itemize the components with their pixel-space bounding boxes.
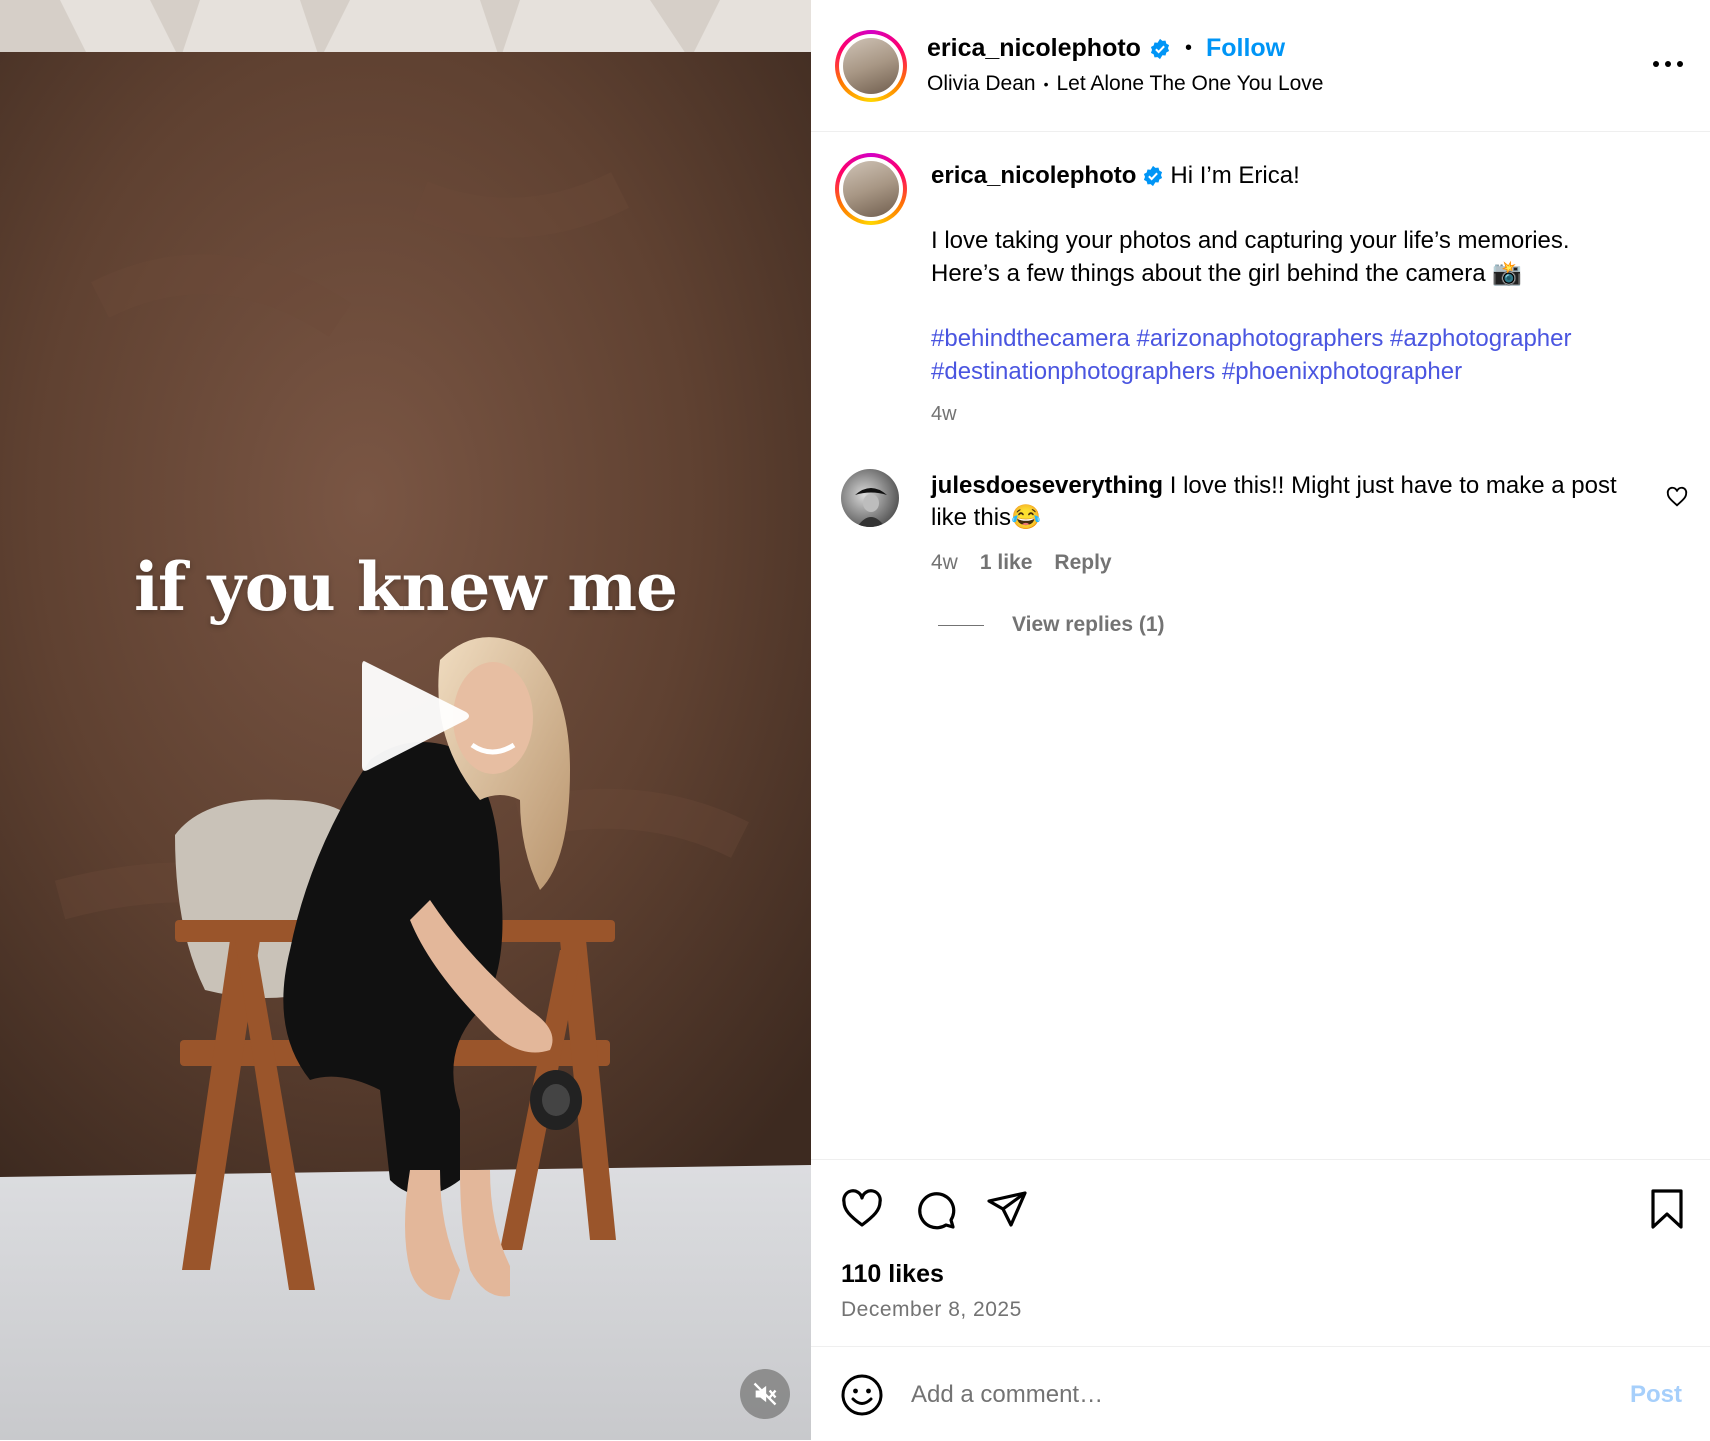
post-header: erica_nicolephoto • Follow Olivia Dean •… bbox=[811, 0, 1710, 132]
comment-timestamp[interactable]: 4w bbox=[931, 551, 958, 575]
post-viewer: if you knew me erica_nicolephoto • Follo… bbox=[0, 0, 1710, 1440]
caption-greeting: Hi I’m Erica! bbox=[1170, 162, 1300, 189]
caption-timestamp[interactable]: 4w bbox=[931, 398, 1671, 431]
hashtag-link[interactable]: #phoenixphotographer bbox=[1222, 358, 1462, 385]
post-date[interactable]: December 8, 2025 bbox=[841, 1298, 1022, 1322]
post-comment-button[interactable]: Post bbox=[1630, 1381, 1682, 1409]
comment-body: julesdoeseverything I love this!! Might … bbox=[931, 470, 1631, 534]
hashtag-link[interactable]: #arizonaphotographers bbox=[1136, 325, 1383, 352]
share-send-icon[interactable] bbox=[985, 1187, 1029, 1231]
follow-button[interactable]: Follow bbox=[1206, 34, 1285, 63]
hashtag-link[interactable]: #destinationphotographers bbox=[931, 358, 1215, 385]
comment-bubble-icon[interactable] bbox=[913, 1187, 957, 1231]
caption-author-username[interactable]: erica_nicolephoto bbox=[931, 159, 1136, 192]
comment-input[interactable] bbox=[911, 1375, 1551, 1415]
hashtag-link[interactable]: #behindthecamera bbox=[931, 325, 1130, 352]
author-username[interactable]: erica_nicolephoto bbox=[927, 34, 1141, 63]
replies-divider-line bbox=[938, 624, 984, 626]
play-icon bbox=[362, 661, 469, 771]
more-options-icon[interactable] bbox=[1650, 50, 1686, 78]
hashtag-link[interactable]: #azphotographer bbox=[1390, 325, 1571, 352]
music-track[interactable]: Let Alone The One You Love bbox=[1056, 72, 1323, 96]
post-video[interactable]: if you knew me bbox=[0, 0, 811, 1440]
post-caption: erica_nicolephoto Hi I’m Erica! I love t… bbox=[931, 159, 1671, 431]
caption-line-1: I love taking your photos and capturing … bbox=[931, 227, 1570, 254]
comment-likes[interactable]: 1 like bbox=[980, 551, 1033, 575]
commenter-username[interactable]: julesdoeseverything bbox=[931, 472, 1163, 499]
music-artist[interactable]: Olivia Dean bbox=[927, 72, 1036, 96]
verified-badge-icon bbox=[1150, 38, 1170, 59]
volume-muted-icon bbox=[753, 1382, 777, 1406]
commenter-photo bbox=[855, 488, 887, 527]
caption-line-2: Here’s a few things about the girl behin… bbox=[931, 260, 1523, 287]
audio-attribution[interactable]: Olivia Dean • Let Alone The One You Love bbox=[927, 72, 1323, 96]
commenter-avatar[interactable] bbox=[841, 469, 899, 527]
like-comment-heart-icon[interactable] bbox=[1666, 486, 1688, 508]
music-separator: • bbox=[1043, 76, 1049, 92]
author-avatar[interactable] bbox=[835, 30, 907, 102]
save-bookmark-icon[interactable] bbox=[1645, 1187, 1689, 1231]
view-replies-label[interactable]: View replies (1) bbox=[1012, 613, 1165, 637]
post-details-panel: erica_nicolephoto • Follow Olivia Dean •… bbox=[811, 0, 1710, 1440]
header-separator: • bbox=[1184, 37, 1192, 59]
comment-meta: 4w 1 like Reply bbox=[931, 551, 1112, 575]
likes-count[interactable]: 110 likes bbox=[841, 1260, 944, 1289]
comment-reply-button[interactable]: Reply bbox=[1054, 551, 1111, 575]
add-comment-bar: Post bbox=[811, 1346, 1710, 1441]
mute-toggle-button[interactable] bbox=[740, 1369, 790, 1419]
emoji-picker-icon[interactable] bbox=[839, 1372, 885, 1418]
view-replies-button[interactable]: View replies (1) bbox=[938, 613, 1165, 637]
video-overlay-text: if you knew me bbox=[133, 548, 678, 626]
caption-author-avatar[interactable] bbox=[835, 153, 907, 225]
like-heart-icon[interactable] bbox=[840, 1187, 884, 1231]
verified-badge-icon bbox=[1144, 165, 1163, 186]
play-button[interactable] bbox=[354, 654, 474, 778]
